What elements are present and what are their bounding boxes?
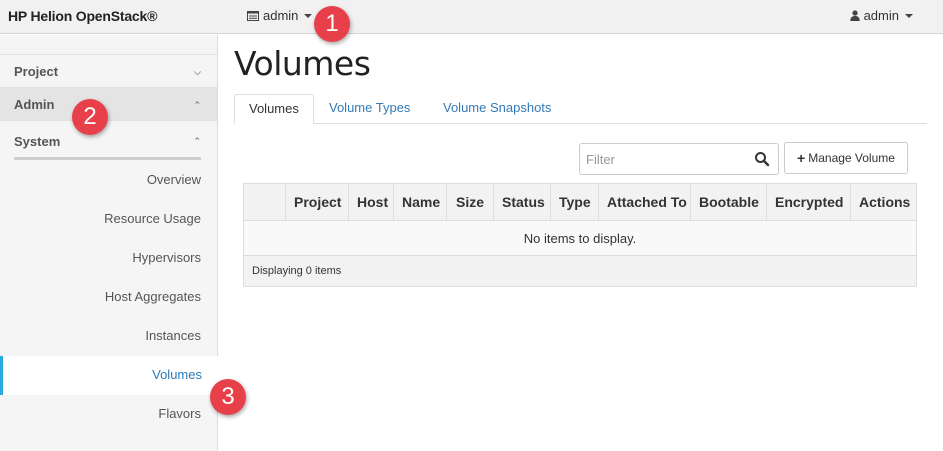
column-header-actions: Actions [850,184,916,220]
sidebar-panel-system[interactable]: System ⌃ [0,121,217,161]
sidebar: Project ⌵ Admin ⌃ System ⌃ Overview Reso… [0,35,218,451]
manage-volume-label: Manage Volume [808,151,895,165]
sidebar-item-instances[interactable]: Instances [0,317,217,356]
callout-marker-3: 3 [210,379,246,415]
sidebar-panel-label: System [14,134,61,149]
project-switcher[interactable]: admin [247,8,313,23]
sidebar-item-volumes[interactable]: Volumes [0,356,218,395]
chevron-up-icon: ⌃ [193,136,201,146]
project-switcher-label: admin [263,8,299,23]
column-header-status[interactable]: Status [493,184,550,220]
column-header-project[interactable]: Project [285,184,348,220]
column-header-bootable[interactable]: Bootable [690,184,766,220]
column-header-attached-to[interactable]: Attached To [598,184,690,220]
tab-volume-types[interactable]: Volume Types [315,94,424,124]
tab-volumes[interactable]: Volumes [234,94,314,124]
column-header-type[interactable]: Type [550,184,598,220]
project-icon [247,10,259,21]
brand-logo[interactable]: HP Helion OpenStack® [8,8,157,24]
sidebar-dashboard-project[interactable]: Project ⌵ [0,55,217,88]
top-navbar: HP Helion OpenStack® admin admin [0,0,943,34]
column-header-name[interactable]: Name [393,184,446,220]
table-header: Project Host Name Size Status Type Attac… [244,184,916,221]
sidebar-dashboard-label: Project [14,64,59,79]
sidebar-item-resource-usage[interactable]: Resource Usage [0,200,217,239]
filter-box [579,143,779,175]
chevron-down-icon: ⌵ [194,67,201,77]
sidebar-dashboard-admin[interactable]: Admin ⌃ [0,88,217,121]
manage-volume-button[interactable]: + Manage Volume [784,142,908,174]
caret-down-icon [905,13,913,18]
caret-down-icon [304,13,313,18]
filter-input[interactable] [580,144,748,174]
panel-underline [14,157,201,160]
select-all-column[interactable] [244,184,285,220]
user-icon [849,10,860,21]
sidebar-item-flavors[interactable]: Flavors [0,395,217,434]
chevron-up-icon: ⌃ [193,100,201,110]
table-footer-count: Displaying 0 items [244,256,916,286]
callout-marker-2: 2 [72,99,108,135]
plus-icon: + [797,150,806,166]
column-header-size[interactable]: Size [446,184,493,220]
sidebar-dashboard-label: Admin [14,97,55,112]
sidebar-item-host-aggregates[interactable]: Host Aggregates [0,278,217,317]
tab-bar: Volumes Volume Types Volume Snapshots [234,94,927,124]
user-menu[interactable]: admin [849,8,913,23]
page-title: Volumes [234,44,371,83]
empty-message: No items to display. [244,221,916,256]
sidebar-item-overview[interactable]: Overview [0,161,217,200]
callout-marker-1: 1 [314,6,350,42]
column-header-host[interactable]: Host [348,184,393,220]
column-header-encrypted[interactable]: Encrypted [766,184,850,220]
sidebar-item-hypervisors[interactable]: Hypervisors [0,239,217,278]
user-menu-label: admin [863,8,899,23]
search-icon[interactable] [754,151,770,167]
volumes-table: Project Host Name Size Status Type Attac… [243,183,917,287]
tab-volume-snapshots[interactable]: Volume Snapshots [429,94,565,124]
sidebar-spacer [0,35,217,55]
